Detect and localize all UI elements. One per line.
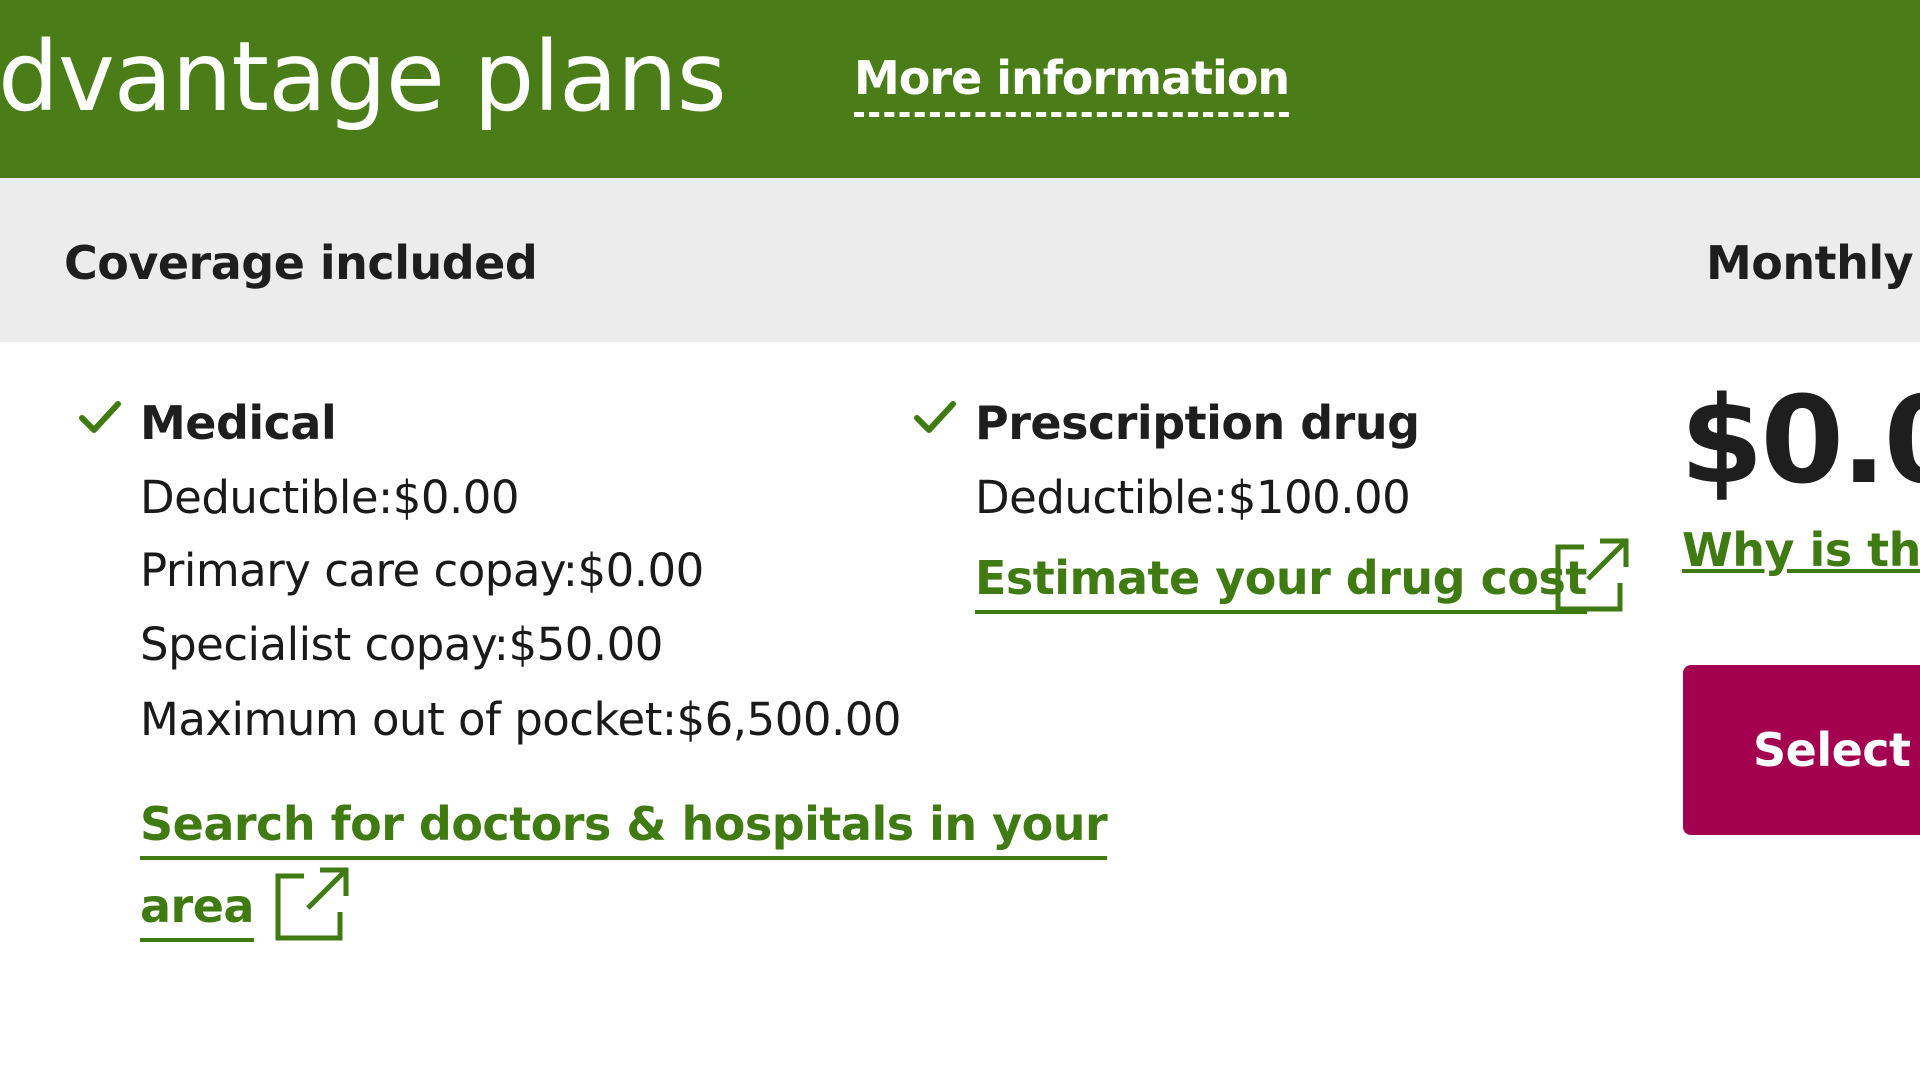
maximum-out-of-pocket: Maximum out of pocket:$6,500.00 bbox=[140, 693, 902, 746]
page: dvantage plans More information Coverage… bbox=[0, 0, 1920, 1080]
external-link-icon[interactable] bbox=[274, 866, 350, 942]
primary-care-copay: Primary care copay:$0.00 bbox=[140, 544, 704, 597]
specialist-copay: Specialist copay:$50.00 bbox=[140, 618, 663, 671]
estimate-drug-cost-link[interactable]: Estimate your drug cost bbox=[975, 548, 1587, 614]
monthly-premium-price: $0.00 bbox=[1680, 372, 1920, 511]
check-icon bbox=[914, 401, 956, 433]
medical-heading: Medical bbox=[140, 396, 337, 450]
page-title: dvantage plans bbox=[0, 21, 727, 133]
external-link-icon[interactable] bbox=[1554, 537, 1630, 613]
why-is-this-link[interactable]: Why is this bbox=[1682, 520, 1920, 580]
search-doctors-link[interactable]: Search for doctors & hospitals in your bbox=[140, 794, 1108, 860]
check-icon bbox=[79, 401, 121, 433]
search-doctors-link-area[interactable]: area bbox=[140, 876, 254, 942]
prescription-deductible: Deductible:$100.00 bbox=[975, 471, 1411, 524]
monthly-premium-label: Monthly p bbox=[1706, 236, 1920, 290]
select-plan-button[interactable]: Select p bbox=[1683, 665, 1920, 835]
plans-header: dvantage plans More information bbox=[0, 0, 1920, 178]
prescription-drug-heading: Prescription drug bbox=[975, 396, 1420, 450]
coverage-included-label: Coverage included bbox=[64, 236, 538, 290]
medical-deductible: Deductible:$0.00 bbox=[140, 471, 520, 524]
more-information-link[interactable]: More information bbox=[854, 48, 1290, 117]
